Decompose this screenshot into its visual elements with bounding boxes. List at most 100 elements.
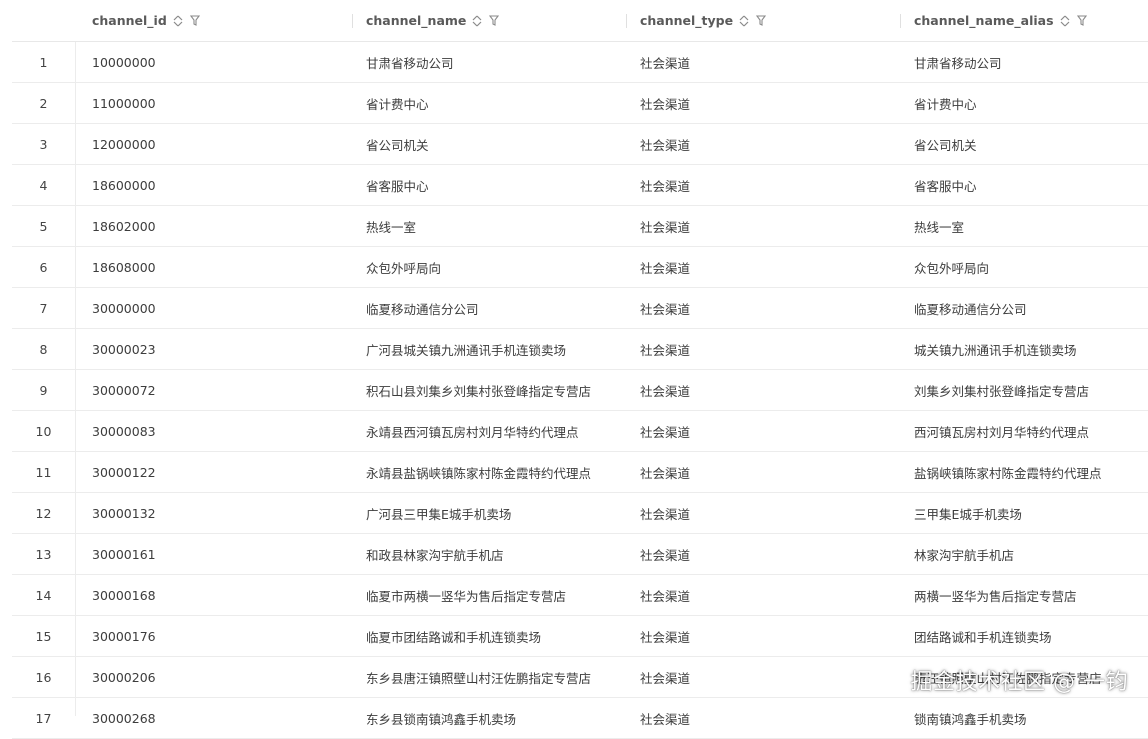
cell-channel-id[interactable]: 10000000 <box>92 42 156 82</box>
cell-channel-name-alias[interactable]: 省公司机关 <box>914 124 977 164</box>
table-row[interactable]: 7 30000000 临夏移动通信分公司 社会渠道 临夏移动通信分公司 <box>12 288 1148 329</box>
cell-channel-type[interactable]: 社会渠道 <box>640 165 690 205</box>
cell-channel-name-alias[interactable]: 甘肃省移动公司 <box>914 42 1002 82</box>
cell-channel-id[interactable]: 30000206 <box>92 657 156 697</box>
table-row[interactable]: 10 30000083 永靖县西河镇瓦房村刘月华特约代理点 社会渠道 西河镇瓦房… <box>12 411 1148 452</box>
filter-icon[interactable] <box>189 14 201 28</box>
table-row[interactable]: 4 18600000 省客服中心 社会渠道 省客服中心 <box>12 165 1148 206</box>
cell-channel-name[interactable]: 临夏市团结路诚和手机连锁卖场 <box>366 616 541 656</box>
cell-channel-id[interactable]: 18608000 <box>92 247 156 287</box>
table-row[interactable]: 17 30000268 东乡县锁南镇鸿鑫手机卖场 社会渠道 锁南镇鸿鑫手机卖场 <box>12 698 1148 739</box>
cell-channel-name-alias[interactable]: 锁南镇鸿鑫手机卖场 <box>914 698 1027 738</box>
cell-channel-name[interactable]: 永靖县盐锅峡镇陈家村陈金霞特约代理点 <box>366 452 591 492</box>
cell-channel-name[interactable]: 省公司机关 <box>366 124 429 164</box>
table-row[interactable]: 13 30000161 和政县林家沟宇航手机店 社会渠道 林家沟宇航手机店 <box>12 534 1148 575</box>
cell-channel-type[interactable]: 社会渠道 <box>640 370 690 410</box>
cell-channel-name[interactable]: 临夏移动通信分公司 <box>366 288 479 328</box>
sort-icon[interactable] <box>738 14 750 28</box>
cell-channel-type[interactable]: 社会渠道 <box>640 534 690 574</box>
table-row[interactable]: 15 30000176 临夏市团结路诚和手机连锁卖场 社会渠道 团结路诚和手机连… <box>12 616 1148 657</box>
cell-channel-type[interactable]: 社会渠道 <box>640 247 690 287</box>
sort-icon[interactable] <box>172 14 184 28</box>
cell-channel-name-alias[interactable]: 众包外呼局向 <box>914 247 989 287</box>
column-header-channel-id[interactable]: channel_id <box>92 0 201 41</box>
filter-icon[interactable] <box>1076 14 1088 28</box>
column-header-channel-name-alias[interactable]: channel_name_alias <box>900 0 1088 41</box>
cell-channel-name[interactable]: 广河县三甲集E城手机卖场 <box>366 493 511 533</box>
cell-channel-id[interactable]: 30000000 <box>92 288 156 328</box>
cell-channel-name-alias[interactable]: 临夏移动通信分公司 <box>914 288 1027 328</box>
cell-channel-id[interactable]: 18600000 <box>92 165 156 205</box>
cell-channel-type[interactable]: 社会渠道 <box>640 698 690 738</box>
table-row[interactable]: 12 30000132 广河县三甲集E城手机卖场 社会渠道 三甲集E城手机卖场 <box>12 493 1148 534</box>
cell-channel-name[interactable]: 临夏市两横一竖华为售后指定专营店 <box>366 575 566 615</box>
cell-channel-name[interactable]: 永靖县西河镇瓦房村刘月华特约代理点 <box>366 411 579 451</box>
column-separator[interactable] <box>626 14 627 28</box>
column-header-channel-name[interactable]: channel_name <box>352 0 500 41</box>
sort-icon[interactable] <box>1059 14 1071 28</box>
cell-channel-id[interactable]: 11000000 <box>92 83 156 123</box>
filter-icon[interactable] <box>755 14 767 28</box>
cell-channel-id[interactable]: 30000176 <box>92 616 156 656</box>
table-row[interactable]: 11 30000122 永靖县盐锅峡镇陈家村陈金霞特约代理点 社会渠道 盐锅峡镇… <box>12 452 1148 493</box>
cell-channel-type[interactable]: 社会渠道 <box>640 124 690 164</box>
column-separator[interactable] <box>900 14 901 28</box>
cell-channel-name-alias[interactable]: 城关镇九洲通讯手机连锁卖场 <box>914 329 1077 369</box>
cell-channel-type[interactable]: 社会渠道 <box>640 206 690 246</box>
column-header-channel-type[interactable]: channel_type <box>626 0 767 41</box>
table-row[interactable]: 14 30000168 临夏市两横一竖华为售后指定专营店 社会渠道 两横一竖华为… <box>12 575 1148 616</box>
cell-channel-name[interactable]: 和政县林家沟宇航手机店 <box>366 534 504 574</box>
cell-channel-name[interactable]: 甘肃省移动公司 <box>366 42 454 82</box>
cell-channel-id[interactable]: 30000161 <box>92 534 156 574</box>
row-number: 7 <box>39 300 48 316</box>
table-row[interactable]: 6 18608000 众包外呼局向 社会渠道 众包外呼局向 <box>12 247 1148 288</box>
cell-channel-name[interactable]: 省计费中心 <box>366 83 429 123</box>
cell-channel-name-alias[interactable]: 省计费中心 <box>914 83 977 123</box>
cell-channel-name-alias[interactable]: 热线一室 <box>914 206 964 246</box>
cell-channel-id[interactable]: 18602000 <box>92 206 156 246</box>
row-number: 14 <box>35 587 52 603</box>
cell-channel-id[interactable]: 12000000 <box>92 124 156 164</box>
column-separator[interactable] <box>352 14 353 28</box>
cell-channel-id[interactable]: 30000023 <box>92 329 156 369</box>
table-row[interactable]: 5 18602000 热线一室 社会渠道 热线一室 <box>12 206 1148 247</box>
cell-channel-name[interactable]: 众包外呼局向 <box>366 247 441 287</box>
cell-channel-id[interactable]: 30000168 <box>92 575 156 615</box>
cell-channel-name[interactable]: 广河县城关镇九洲通讯手机连锁卖场 <box>366 329 566 369</box>
cell-channel-id[interactable]: 30000132 <box>92 493 156 533</box>
table-row[interactable]: 8 30000023 广河县城关镇九洲通讯手机连锁卖场 社会渠道 城关镇九洲通讯… <box>12 329 1148 370</box>
cell-channel-id[interactable]: 30000072 <box>92 370 156 410</box>
cell-channel-name-alias[interactable]: 西河镇瓦房村刘月华特约代理点 <box>914 411 1089 451</box>
cell-channel-type[interactable]: 社会渠道 <box>640 329 690 369</box>
cell-channel-name[interactable]: 积石山县刘集乡刘集村张登峰指定专营店 <box>366 370 591 410</box>
cell-channel-type[interactable]: 社会渠道 <box>640 452 690 492</box>
cell-channel-type[interactable]: 社会渠道 <box>640 411 690 451</box>
cell-channel-name-alias[interactable]: 刘集乡刘集村张登峰指定专营店 <box>914 370 1089 410</box>
filter-icon[interactable] <box>488 14 500 28</box>
table-row[interactable]: 2 11000000 省计费中心 社会渠道 省计费中心 <box>12 83 1148 124</box>
table-row[interactable]: 9 30000072 积石山县刘集乡刘集村张登峰指定专营店 社会渠道 刘集乡刘集… <box>12 370 1148 411</box>
cell-channel-name[interactable]: 热线一室 <box>366 206 416 246</box>
cell-channel-id[interactable]: 30000122 <box>92 452 156 492</box>
cell-channel-name-alias[interactable]: 林家沟宇航手机店 <box>914 534 1014 574</box>
cell-channel-name-alias[interactable]: 盐锅峡镇陈家村陈金霞特约代理点 <box>914 452 1102 492</box>
cell-channel-type[interactable]: 社会渠道 <box>640 42 690 82</box>
cell-channel-name-alias[interactable]: 两横一竖华为售后指定专营店 <box>914 575 1077 615</box>
table-row[interactable]: 3 12000000 省公司机关 社会渠道 省公司机关 <box>12 124 1148 165</box>
cell-channel-name-alias[interactable]: 省客服中心 <box>914 165 977 205</box>
cell-channel-type[interactable]: 社会渠道 <box>640 288 690 328</box>
sort-icon[interactable] <box>471 14 483 28</box>
cell-channel-type[interactable]: 社会渠道 <box>640 575 690 615</box>
cell-channel-name[interactable]: 东乡县唐汪镇照壁山村汪佐鹏指定专营店 <box>366 657 591 697</box>
cell-channel-type[interactable]: 社会渠道 <box>640 83 690 123</box>
cell-channel-id[interactable]: 30000083 <box>92 411 156 451</box>
cell-channel-name-alias[interactable]: 团结路诚和手机连锁卖场 <box>914 616 1052 656</box>
cell-channel-name[interactable]: 省客服中心 <box>366 165 429 205</box>
cell-channel-type[interactable]: 社会渠道 <box>640 657 690 697</box>
table-row[interactable]: 1 10000000 甘肃省移动公司 社会渠道 甘肃省移动公司 <box>12 42 1148 83</box>
cell-channel-type[interactable]: 社会渠道 <box>640 616 690 656</box>
cell-channel-id[interactable]: 30000268 <box>92 698 156 738</box>
cell-channel-name[interactable]: 东乡县锁南镇鸿鑫手机卖场 <box>366 698 516 738</box>
cell-channel-type[interactable]: 社会渠道 <box>640 493 690 533</box>
cell-channel-name-alias[interactable]: 三甲集E城手机卖场 <box>914 493 1022 533</box>
